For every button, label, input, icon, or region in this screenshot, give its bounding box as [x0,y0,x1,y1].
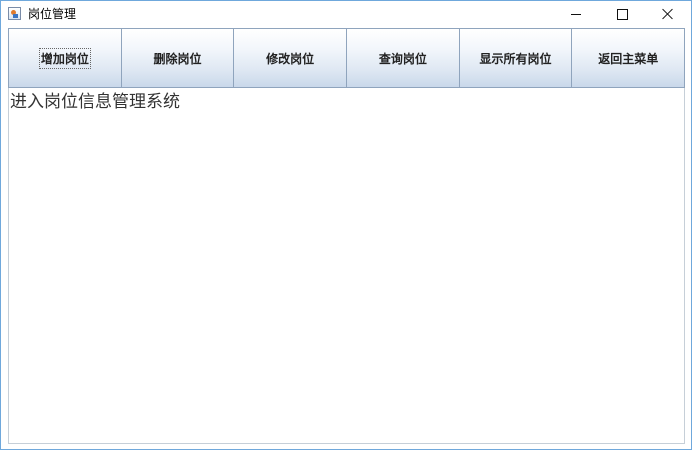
query-position-label: 查询岗位 [378,51,427,66]
return-main-menu-label: 返回主菜单 [598,51,659,66]
window-title: 岗位管理 [28,7,77,21]
minimize-icon [571,14,581,15]
java-app-icon [8,7,21,20]
return-main-menu-button[interactable]: 返回主菜单 [571,28,686,88]
close-button[interactable] [645,1,691,28]
show-all-positions-label: 显示所有岗位 [479,51,552,66]
show-all-positions-button[interactable]: 显示所有岗位 [458,28,573,88]
maximize-button[interactable] [599,1,645,28]
minimize-button[interactable] [553,1,599,28]
app-window: 岗位管理 增加岗位 删除岗位 修改岗位 查询岗位 显示所有岗位 返回主菜单 进入… [0,0,692,450]
toolbar: 增加岗位 删除岗位 修改岗位 查询岗位 显示所有岗位 返回主菜单 [8,28,686,88]
title-bar[interactable]: 岗位管理 [1,1,691,28]
delete-position-button[interactable]: 删除岗位 [120,28,235,88]
query-position-button[interactable]: 查询岗位 [346,28,460,88]
add-position-button[interactable]: 增加岗位 [8,28,122,88]
add-position-label: 增加岗位 [38,47,91,69]
modify-position-label: 修改岗位 [266,51,315,66]
status-message: 进入岗位信息管理系统 [10,92,180,112]
delete-position-label: 删除岗位 [153,51,202,66]
modify-position-button[interactable]: 修改岗位 [233,28,348,88]
maximize-icon [617,9,628,20]
close-icon [662,8,674,20]
content-area: 进入岗位信息管理系统 [8,88,685,444]
